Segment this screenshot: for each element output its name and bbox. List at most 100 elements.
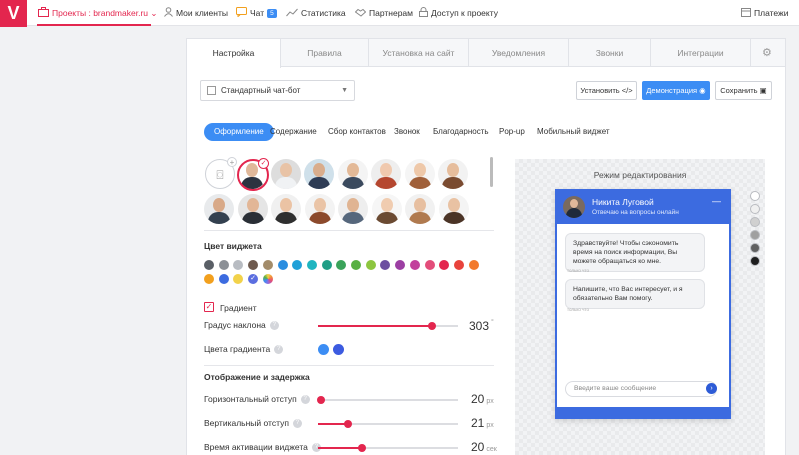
vertical-offset-unit: px <box>486 422 494 429</box>
install-button[interactable]: Установить </> <box>576 81 637 100</box>
widget-footer <box>557 407 729 417</box>
color-swatch[interactable] <box>453 260 464 270</box>
avatar-option[interactable] <box>371 194 402 224</box>
help-icon[interactable]: ? <box>292 419 302 429</box>
avatar-option[interactable] <box>270 159 301 189</box>
save-button[interactable]: Сохранить ▣ <box>715 81 772 100</box>
avatar-option[interactable] <box>237 194 268 224</box>
send-icon[interactable]: › <box>706 383 717 394</box>
bot-select[interactable]: Стандартный чат-бот ▼ <box>200 80 355 101</box>
gear-icon[interactable]: ⚙ <box>762 47 774 59</box>
minimize-icon[interactable]: — <box>712 196 721 206</box>
vertical-offset-slider[interactable] <box>318 420 458 428</box>
help-icon[interactable]: ? <box>274 345 284 355</box>
avatar-option[interactable] <box>438 194 469 224</box>
theme-color-option[interactable] <box>750 204 760 214</box>
tab-rules[interactable]: Правила <box>281 39 369 67</box>
theme-color-option[interactable] <box>750 191 760 201</box>
color-swatch[interactable] <box>277 260 288 270</box>
nav-stats[interactable]: Статистика <box>286 6 346 20</box>
theme-color-option[interactable] <box>750 256 760 266</box>
color-swatch[interactable] <box>424 260 435 270</box>
nav-projects[interactable]: Проекты : brandmaker.ru ⌄ <box>38 6 158 20</box>
avatar-option[interactable] <box>371 159 401 189</box>
tab-integrations[interactable]: Интеграции <box>651 39 751 67</box>
subtab-popup[interactable]: Pop-up <box>499 123 525 141</box>
color-swatch[interactable] <box>351 260 361 270</box>
gradient-checkbox[interactable]: ✓ <box>204 302 214 312</box>
nav-partners[interactable]: Партнерам <box>354 6 413 20</box>
avatar-option[interactable] <box>304 159 334 189</box>
subtab-contacts[interactable]: Сбор контактов <box>328 123 386 141</box>
color-swatch[interactable] <box>233 260 244 270</box>
avatar-option[interactable] <box>438 159 468 189</box>
slider-thumb[interactable] <box>428 322 436 330</box>
theme-color-option[interactable] <box>750 243 760 253</box>
color-swatch[interactable] <box>468 260 479 270</box>
message-input[interactable]: Введите ваше сообщение <box>565 381 717 397</box>
theme-color-option[interactable] <box>750 230 760 240</box>
slider-thumb[interactable] <box>317 396 325 404</box>
avatar-option[interactable] <box>405 194 435 224</box>
color-swatch[interactable] <box>218 260 229 270</box>
widget-preview: Режим редактирования Никита Луговой Отве… <box>515 159 765 455</box>
color-swatch[interactable] <box>439 260 450 270</box>
tab-notifications[interactable]: Уведомления <box>469 39 569 67</box>
color-swatch[interactable] <box>204 260 214 270</box>
nav-payments[interactable]: Платежи <box>741 6 788 20</box>
avatar-option[interactable] <box>338 194 368 224</box>
color-swatch-gradient[interactable] <box>262 274 273 284</box>
display-delay-title: Отображение и задержка <box>204 372 310 382</box>
avatar-option[interactable] <box>337 159 368 189</box>
slider-thumb[interactable] <box>344 420 352 428</box>
operator-avatar <box>563 196 585 218</box>
demo-button[interactable]: Демонстрация ◉ <box>642 81 710 100</box>
help-icon[interactable]: ? <box>300 395 310 405</box>
color-swatch[interactable] <box>233 274 244 284</box>
nav-chat[interactable]: Чат 5 <box>236 6 277 20</box>
color-swatch[interactable] <box>321 260 332 270</box>
slider-thumb[interactable] <box>358 444 366 452</box>
nav-access[interactable]: Доступ к проекту <box>419 6 498 20</box>
subtab-mobile[interactable]: Мобильный виджет <box>537 123 610 141</box>
subtab-thanks[interactable]: Благодарность <box>433 123 489 141</box>
nav-partners-label: Партнерам <box>369 8 413 18</box>
color-swatch[interactable] <box>336 260 347 270</box>
color-swatch[interactable] <box>395 260 406 270</box>
subtab-call[interactable]: Звонок <box>394 123 420 141</box>
avatar-option[interactable] <box>304 194 335 224</box>
nav-clients[interactable]: Мои клиенты <box>164 6 228 20</box>
color-swatch-selected[interactable]: ✓ <box>248 274 259 284</box>
subtab-content[interactable]: Содержание <box>270 123 317 141</box>
theme-color-option[interactable] <box>750 217 760 227</box>
color-swatch[interactable] <box>306 260 317 270</box>
tab-install[interactable]: Установка на сайт <box>369 39 469 67</box>
color-swatch[interactable] <box>292 260 303 270</box>
subtab-design[interactable]: Оформление <box>204 123 274 141</box>
activation-time-slider[interactable] <box>318 444 458 452</box>
avatar-option[interactable] <box>271 194 301 224</box>
gradient-angle-slider[interactable] <box>318 322 458 330</box>
tab-settings[interactable]: Настройка <box>187 39 281 68</box>
color-swatch[interactable] <box>262 260 273 270</box>
settings-tabs: Настройка Правила Установка на сайт Увед… <box>187 39 785 68</box>
gradient-color-2[interactable] <box>333 344 344 355</box>
color-swatch[interactable] <box>248 260 259 270</box>
gradient-color-1[interactable] <box>318 344 329 355</box>
color-swatch[interactable] <box>365 260 376 270</box>
logo[interactable]: V <box>0 0 27 27</box>
avatar-scrollbar[interactable] <box>490 157 493 187</box>
horizontal-offset-slider[interactable] <box>317 396 458 404</box>
gradient-colors-label-text: Цвета градиента <box>204 344 271 354</box>
avatar-option[interactable] <box>404 159 435 189</box>
color-swatch[interactable] <box>409 260 420 270</box>
color-swatch[interactable] <box>380 260 391 270</box>
help-icon[interactable]: ? <box>269 321 279 331</box>
avatar-option[interactable] <box>204 194 234 224</box>
color-swatch[interactable] <box>218 274 229 284</box>
message-bubble: Напишите, что Вас интересует, и я обязат… <box>565 279 705 309</box>
tab-calls[interactable]: Звонки <box>569 39 651 67</box>
upload-avatar-button[interactable]: ⌼ + <box>205 157 237 189</box>
color-swatch[interactable] <box>204 274 214 284</box>
wallet-icon <box>741 7 751 21</box>
